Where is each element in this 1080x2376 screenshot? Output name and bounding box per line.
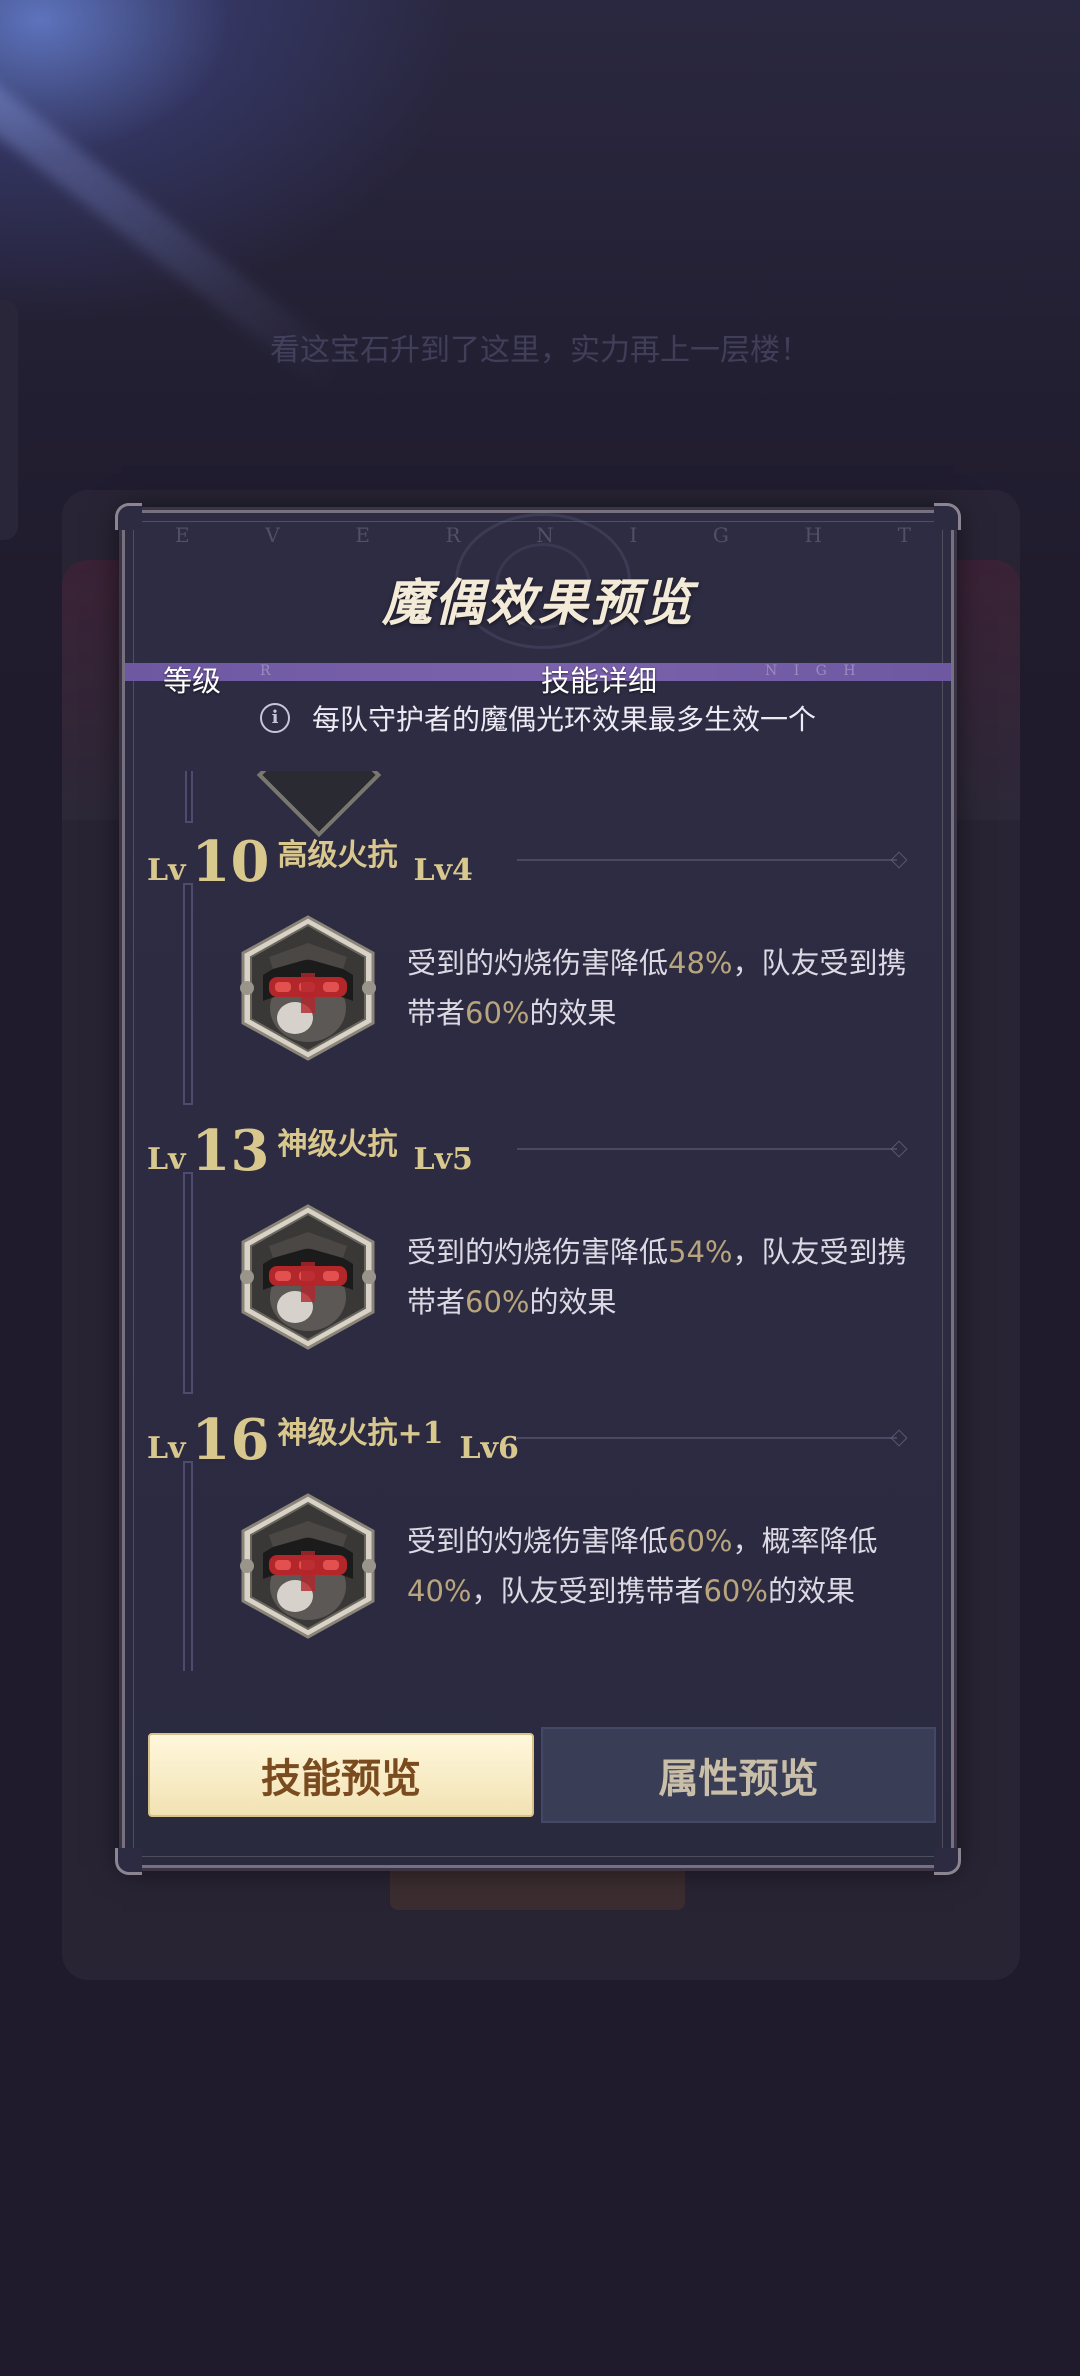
frame-corner [934, 503, 961, 530]
skill-description: 受到的灼烧伤害降低54%，队友受到携带者60%的效果 [407, 1227, 927, 1327]
description-text: 受到的灼烧伤害降低 [407, 1235, 669, 1269]
column-skill-detail: 技能详细 [541, 664, 658, 698]
skill-level: Lv4 [413, 853, 473, 888]
description-text: ，队友受到携带者 [471, 1574, 704, 1608]
timeline-segment [185, 771, 193, 823]
highlight-value: 48% [668, 946, 733, 980]
description-text: 受到的灼烧伤害降低 [407, 946, 669, 980]
tier-divider [517, 859, 897, 861]
description-text: ，概率降低 [732, 1524, 878, 1558]
tier-header: Lv 13 神级火抗 Lv5 [147, 1122, 473, 1180]
previous-skill-icon [256, 771, 382, 838]
frame-corner [115, 503, 142, 530]
bar-watermark: N I G H [765, 663, 862, 679]
watermark-letter: G [712, 523, 733, 547]
timeline-segment [183, 1172, 193, 1394]
info-icon[interactable]: i [259, 703, 290, 733]
level-prefix: Lv [147, 853, 186, 888]
watermark-letter: R [445, 523, 465, 547]
highlight-value: 60% [703, 1574, 768, 1608]
fire-resist-golem-icon [238, 915, 378, 1061]
level-number: 10 [191, 829, 270, 895]
timeline-segment [183, 883, 193, 1105]
attribute-preview-button[interactable]: 属性预览 [541, 1727, 936, 1823]
effect-preview-dialog: E V E R N I G H T 魔偶效果预览 R N I G H 等级 技能详细 i 每队守… [115, 503, 961, 1875]
skill-name: 高级火抗 [277, 838, 398, 873]
notice: i 每队守护者的魔偶光环效果最多生效一个 [125, 698, 951, 738]
skill-description: 受到的灼烧伤害降低48%，队友受到携带者60%的效果 [407, 938, 927, 1038]
skill-level: Lv5 [413, 1142, 473, 1177]
description-text: 的效果 [529, 1285, 617, 1319]
description-text: 的效果 [529, 996, 617, 1030]
highlight-value: 60% [465, 1285, 530, 1319]
skill-name: 神级火抗 [277, 1127, 398, 1162]
skill-description: 受到的灼烧伤害降低60%，概率降低40%，队友受到携带者60%的效果 [407, 1516, 927, 1616]
tier-divider [517, 1437, 897, 1439]
tier-divider [517, 1148, 897, 1150]
frame-corner [115, 1848, 142, 1875]
watermark-letter: I [629, 523, 642, 547]
column-level: 等级 [163, 664, 222, 698]
level-number: 13 [191, 1118, 270, 1184]
tier-header: Lv 16 神级火抗+1 Lv6 [147, 1411, 519, 1469]
watermark-letter: T [897, 523, 915, 547]
description-text: 的效果 [767, 1574, 855, 1608]
watermark-text: EVERNIGHT [175, 523, 915, 547]
bar-watermark: R [260, 663, 277, 679]
watermark-letter: E [355, 523, 374, 547]
tier-list[interactable]: Lv 10 高级火抗 Lv4 受到的灼烧伤害降低48%，队友受到携带者60%的效果 Lv 1… [125, 771, 951, 1671]
highlight-value: 40% [407, 1574, 472, 1608]
skill-name: 神级火抗+1 [277, 1416, 444, 1451]
skill-level: Lv6 [459, 1431, 519, 1466]
description-text: 受到的灼烧伤害降低 [407, 1524, 669, 1558]
level-prefix: Lv [147, 1142, 186, 1177]
watermark-letter: N [536, 523, 558, 547]
background-banner-text: 看这宝石升到了这里，实力再上一层楼！ [270, 333, 810, 368]
timeline-segment [183, 1461, 193, 1671]
dialog-title: 魔偶效果预览 [382, 573, 694, 632]
highlight-value: 60% [668, 1524, 733, 1558]
fire-resist-golem-icon [238, 1493, 378, 1639]
highlight-value: 54% [668, 1235, 733, 1269]
fire-resist-golem-icon [238, 1204, 378, 1350]
watermark-letter: E [175, 523, 194, 547]
notice-text: 每队守护者的魔偶光环效果最多生效一个 [311, 703, 816, 736]
watermark-letter: V [265, 523, 284, 547]
tier-header: Lv 10 高级火抗 Lv4 [147, 833, 473, 891]
level-number: 16 [191, 1407, 270, 1473]
level-prefix: Lv [147, 1431, 186, 1466]
highlight-value: 60% [465, 996, 530, 1030]
skill-preview-button[interactable]: 技能预览 [148, 1733, 534, 1817]
watermark-letter: H [804, 523, 826, 547]
